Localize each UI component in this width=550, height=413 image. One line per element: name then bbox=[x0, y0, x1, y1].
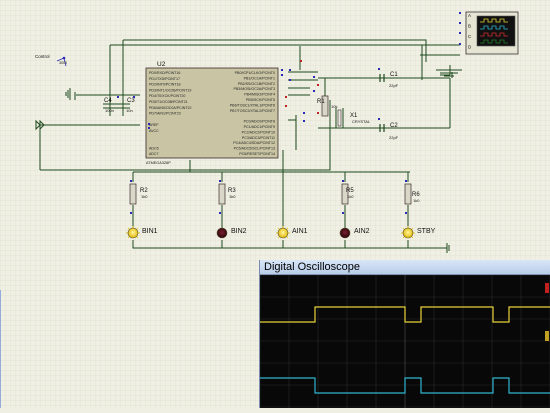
mcu-right-pin-label: PC3/ADC3/PCINT11 bbox=[242, 136, 275, 140]
mcu-left-pin-label: AREF bbox=[149, 123, 159, 127]
r2-value: 1k0 bbox=[141, 194, 148, 199]
c2-ref: C2 bbox=[390, 123, 398, 129]
led-label: STBY bbox=[417, 228, 436, 235]
led-body bbox=[402, 227, 414, 239]
scope-title: Digital Oscilloscope bbox=[264, 261, 360, 273]
c4-value: 100n bbox=[105, 108, 114, 113]
mcu-left-pin-label: PD7/AIN1/PCINT23 bbox=[149, 112, 181, 116]
scope-scroll-marker-2 bbox=[545, 331, 549, 341]
led-label: BIN2 bbox=[231, 228, 247, 235]
mcu-right-pin-label: PB3/MOSI/OC2A/PCINT3 bbox=[233, 87, 275, 91]
control-label: Control bbox=[35, 54, 50, 59]
c1-ref: C1 bbox=[390, 72, 398, 78]
mcu-left-pin-label: PD2/INT0/PCINT18 bbox=[149, 83, 181, 87]
scope-display[interactable] bbox=[259, 274, 550, 408]
mcu-left-pin-label: AVCC bbox=[149, 129, 159, 133]
r6-value: 1k0 bbox=[413, 198, 420, 203]
mcu-right-pin-label: PB0/ICP1/CLKO/PCINT0 bbox=[235, 71, 275, 75]
mcu-part: ATMEGA328P bbox=[146, 161, 171, 165]
led-label: AIN2 bbox=[354, 228, 370, 235]
virtual-oscilloscope-instrument[interactable]: ABCD bbox=[465, 11, 519, 55]
r1-ref: R1 bbox=[317, 99, 325, 105]
c3-ref: C3 bbox=[127, 98, 135, 104]
mcu-right-pin-label: PB7/TOSC2/XTAL2/PCINT7 bbox=[230, 109, 275, 113]
scope-title-bar[interactable]: Digital Oscilloscope bbox=[260, 260, 550, 275]
mcu-right-pin-label: PC0/ADC0/PCINT8 bbox=[244, 120, 275, 124]
mcu-left-pin-label: PD0/RXD/PCINT16 bbox=[149, 71, 180, 75]
mcu-right-pin-label: PC5/ADC5/SCL/PCINT13 bbox=[234, 147, 275, 151]
r3-value: 1k0 bbox=[229, 194, 236, 199]
scope-display-svg bbox=[259, 274, 550, 408]
c3-value: 10n bbox=[126, 108, 133, 113]
c2-value: 22pF bbox=[389, 135, 399, 140]
mcu-right-pin-label: PC6/RESET/PCINT14 bbox=[239, 152, 275, 156]
mcu-left-pin-label: PD4/T0/XCK/PCINT20 bbox=[149, 94, 185, 98]
control-value: 3000 bbox=[59, 61, 67, 65]
led-body bbox=[216, 227, 228, 239]
c4-ref: C4 bbox=[104, 98, 112, 104]
mcu-left-pin-label: PD5/T1/OC0B/PCINT21 bbox=[149, 100, 188, 104]
mcu-left-pin-label: PD1/TXD/PCINT17 bbox=[149, 77, 180, 81]
mcu-u2[interactable]: U2 ATMEGA328P PD0/RXD/PCINT16 PD1/TXD/PCI… bbox=[145, 61, 279, 165]
c1-value: 22pF bbox=[389, 83, 399, 88]
led-label: BIN1 bbox=[142, 228, 158, 235]
mcu-right-pin-label: PC2/ADC2/PCINT10 bbox=[242, 130, 275, 134]
crystal-value: CRYSTAL bbox=[352, 119, 371, 124]
mcu-right-pin-label: PB2/SS/OC1B/PCINT2 bbox=[238, 82, 275, 86]
led-body bbox=[339, 227, 351, 239]
mcu-right-pin-label: PC1/ADC1/PCINT9 bbox=[244, 125, 275, 129]
mcu-right-pin-label: PC4/ADC4/SDA/PCINT12 bbox=[233, 141, 275, 145]
led-body bbox=[127, 227, 139, 239]
mcu-left-pin-label: PD6/AIN0/OC0A/PCINT22 bbox=[149, 106, 192, 110]
mcu-right-pin-label: PB6/TOSC1/XTAL1/PCINT6 bbox=[230, 103, 275, 107]
mcu-left-pin-label: PD3/INT1/OC2B/PCINT19 bbox=[149, 88, 191, 92]
scope-scroll-marker bbox=[545, 283, 549, 293]
led-body bbox=[277, 227, 289, 239]
mcu-ref: U2 bbox=[157, 61, 166, 68]
mcu-left-pin-label: ADC6 bbox=[149, 146, 159, 150]
mcu-right-pin-label: PB5/SCK/PCINT5 bbox=[246, 98, 275, 102]
r5-value: 1k0 bbox=[347, 194, 354, 199]
mcu-right-pin-label: PB4/MISO/PCINT4 bbox=[244, 93, 275, 97]
mcu-right-pin-label: PB1/OC1A/PCINT1 bbox=[244, 76, 275, 80]
mcu-left-pin-label: ADC7 bbox=[149, 152, 159, 156]
scope-channel-label: A bbox=[468, 13, 471, 18]
scope-channel-label: B bbox=[468, 24, 471, 29]
led-label: AIN1 bbox=[292, 228, 308, 235]
digital-oscilloscope-window[interactable]: Digital Oscilloscope bbox=[259, 260, 550, 408]
